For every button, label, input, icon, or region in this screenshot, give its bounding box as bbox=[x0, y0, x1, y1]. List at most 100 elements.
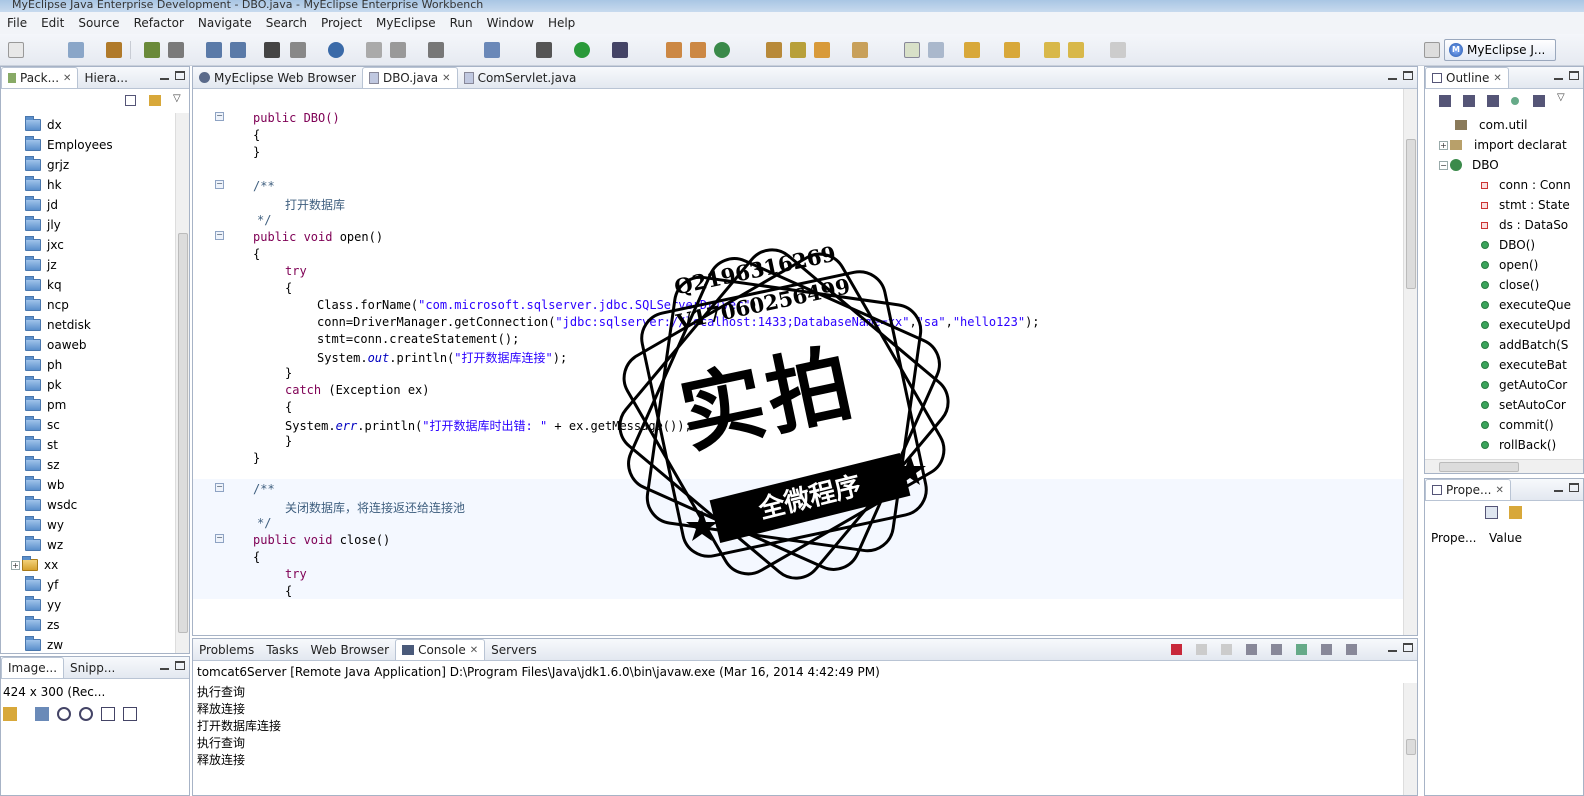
tab-servers[interactable]: Servers bbox=[485, 639, 543, 660]
tab-web-browser-view[interactable]: Web Browser bbox=[304, 639, 395, 660]
hide-fields-icon[interactable] bbox=[1463, 95, 1475, 107]
tab-tasks[interactable]: Tasks bbox=[260, 639, 304, 660]
database-icon[interactable] bbox=[264, 42, 280, 58]
deploy-icon[interactable] bbox=[144, 42, 160, 58]
menu-navigate[interactable]: Navigate bbox=[191, 16, 259, 30]
menu-project[interactable]: Project bbox=[314, 16, 369, 30]
display-console-icon[interactable] bbox=[1321, 644, 1332, 655]
edit-icon[interactable] bbox=[790, 42, 806, 58]
minimize-icon[interactable] bbox=[1388, 643, 1397, 652]
outline-item[interactable]: executeBat bbox=[1481, 355, 1567, 375]
tree-item[interactable]: yf bbox=[25, 575, 58, 595]
prev-annotation-icon[interactable] bbox=[1004, 42, 1020, 58]
tab-outline[interactable]: Outline ✕ bbox=[1425, 67, 1509, 88]
menu-refactor[interactable]: Refactor bbox=[127, 16, 191, 30]
tree-item[interactable]: zw bbox=[25, 635, 63, 653]
outline-item[interactable]: ds : DataSo bbox=[1481, 215, 1568, 235]
tree-item[interactable]: hk bbox=[25, 175, 62, 195]
scroll-thumb[interactable] bbox=[1439, 462, 1519, 472]
tab-properties[interactable]: Prope... ✕ bbox=[1425, 479, 1511, 500]
external-tools-icon[interactable] bbox=[612, 42, 628, 58]
scroll-thumb[interactable] bbox=[1406, 139, 1416, 289]
collapse-all-icon[interactable] bbox=[125, 95, 136, 106]
outline-item[interactable]: rollBack() bbox=[1481, 435, 1556, 455]
expand-icon[interactable]: + bbox=[1439, 140, 1448, 150]
maximize-icon[interactable] bbox=[1569, 71, 1579, 80]
terminate-icon[interactable] bbox=[1171, 644, 1182, 655]
outline-item[interactable]: DBO() bbox=[1481, 235, 1535, 255]
tree-item[interactable]: grjz bbox=[25, 155, 69, 175]
categories-icon[interactable] bbox=[1485, 506, 1498, 519]
minimize-icon[interactable] bbox=[1388, 71, 1397, 80]
outline-item[interactable]: getAutoCor bbox=[1481, 375, 1567, 395]
tab-console[interactable]: Console ✕ bbox=[395, 639, 486, 660]
toggle-mark-icon[interactable] bbox=[904, 42, 920, 58]
tab-image[interactable]: Image... bbox=[1, 657, 65, 678]
save-icon[interactable] bbox=[68, 42, 84, 58]
outline-item[interactable]: executeUpd bbox=[1481, 315, 1571, 335]
debug-icon[interactable] bbox=[536, 42, 552, 58]
hide-static-icon[interactable] bbox=[1487, 95, 1499, 107]
close-icon[interactable]: ✕ bbox=[1493, 73, 1501, 84]
menu-myeclipse[interactable]: MyEclipse bbox=[369, 16, 443, 30]
tree-item[interactable]: ph bbox=[25, 355, 62, 375]
new-icon[interactable] bbox=[8, 42, 24, 58]
fold-toggle-icon[interactable]: − bbox=[215, 534, 224, 543]
maximize-icon[interactable] bbox=[175, 71, 185, 80]
hide-nonpublic-icon[interactable] bbox=[1511, 97, 1519, 105]
collapse-icon[interactable]: − bbox=[1439, 160, 1448, 170]
tree-item[interactable]: ncp bbox=[25, 295, 69, 315]
tree-item[interactable]: wy bbox=[25, 515, 64, 535]
tab-hierarchy[interactable]: Hiera... bbox=[78, 67, 133, 88]
refresh-icon[interactable] bbox=[714, 42, 730, 58]
tree-item[interactable]: jxc bbox=[25, 235, 64, 255]
back-icon[interactable] bbox=[1044, 42, 1060, 58]
outline-item[interactable]: + import declarat bbox=[1439, 135, 1567, 155]
close-icon[interactable]: ✕ bbox=[1495, 485, 1503, 496]
block-select-icon[interactable] bbox=[928, 42, 944, 58]
tree-item[interactable]: sc bbox=[25, 415, 60, 435]
tree-item[interactable]: jd bbox=[25, 195, 58, 215]
fold-toggle-icon[interactable]: − bbox=[215, 231, 224, 240]
tree-item[interactable]: netdisk bbox=[25, 315, 91, 335]
minimize-icon[interactable] bbox=[160, 71, 169, 80]
task-icon[interactable] bbox=[814, 42, 830, 58]
tab-package-explorer[interactable]: Pack... ✕ bbox=[1, 67, 79, 88]
remove-all-icon[interactable] bbox=[1221, 644, 1232, 655]
tree-item[interactable]: wsdc bbox=[25, 495, 77, 515]
tab-snippets[interactable]: Snipp... bbox=[64, 657, 121, 678]
tree-item[interactable]: pk bbox=[25, 375, 62, 395]
wizard2-icon[interactable] bbox=[230, 42, 246, 58]
console-output[interactable]: 执行查询 释放连接 打开数据库连接 执行查询 释放连接 bbox=[193, 683, 1405, 795]
server-icon[interactable] bbox=[168, 42, 184, 58]
tree-item[interactable]: jz bbox=[25, 255, 57, 275]
image-fit-icon[interactable] bbox=[35, 707, 49, 721]
open-console-icon[interactable] bbox=[1346, 644, 1357, 655]
clear-console-icon[interactable] bbox=[1246, 644, 1257, 655]
expand-icon[interactable]: + bbox=[11, 560, 20, 570]
menu-edit[interactable]: Edit bbox=[34, 16, 71, 30]
outline-item[interactable]: stmt : State bbox=[1481, 195, 1570, 215]
maximize-icon[interactable] bbox=[1403, 71, 1413, 80]
menu-file[interactable]: File bbox=[0, 16, 34, 30]
open-perspective-icon[interactable] bbox=[1424, 42, 1440, 58]
tab-comservlet-java[interactable]: ComServlet.java bbox=[458, 67, 583, 88]
tree-item[interactable]: oaweb bbox=[25, 335, 87, 355]
tab-web-browser[interactable]: MyEclipse Web Browser bbox=[193, 67, 362, 88]
pin-console-icon[interactable] bbox=[1296, 644, 1307, 655]
outline-item[interactable]: com.util bbox=[1455, 115, 1527, 135]
fold-toggle-icon[interactable]: − bbox=[215, 180, 224, 189]
maximize-icon[interactable] bbox=[1403, 643, 1413, 652]
fold-toggle-icon[interactable]: − bbox=[215, 483, 224, 492]
pin-icon[interactable] bbox=[1110, 42, 1126, 58]
menu-run[interactable]: Run bbox=[443, 16, 480, 30]
explorer-icon[interactable] bbox=[290, 42, 306, 58]
wizard-icon[interactable] bbox=[206, 42, 222, 58]
scroll-lock-icon[interactable] bbox=[1271, 644, 1282, 655]
maximize-icon[interactable] bbox=[175, 661, 185, 670]
maximize-icon[interactable] bbox=[1569, 483, 1579, 492]
tab-dbo-java[interactable]: DBO.java ✕ bbox=[361, 67, 458, 88]
outline-item[interactable]: addBatch(S bbox=[1481, 335, 1568, 355]
tree-item[interactable]: jly bbox=[25, 215, 61, 235]
outline-hscrollbar[interactable] bbox=[1425, 459, 1583, 473]
